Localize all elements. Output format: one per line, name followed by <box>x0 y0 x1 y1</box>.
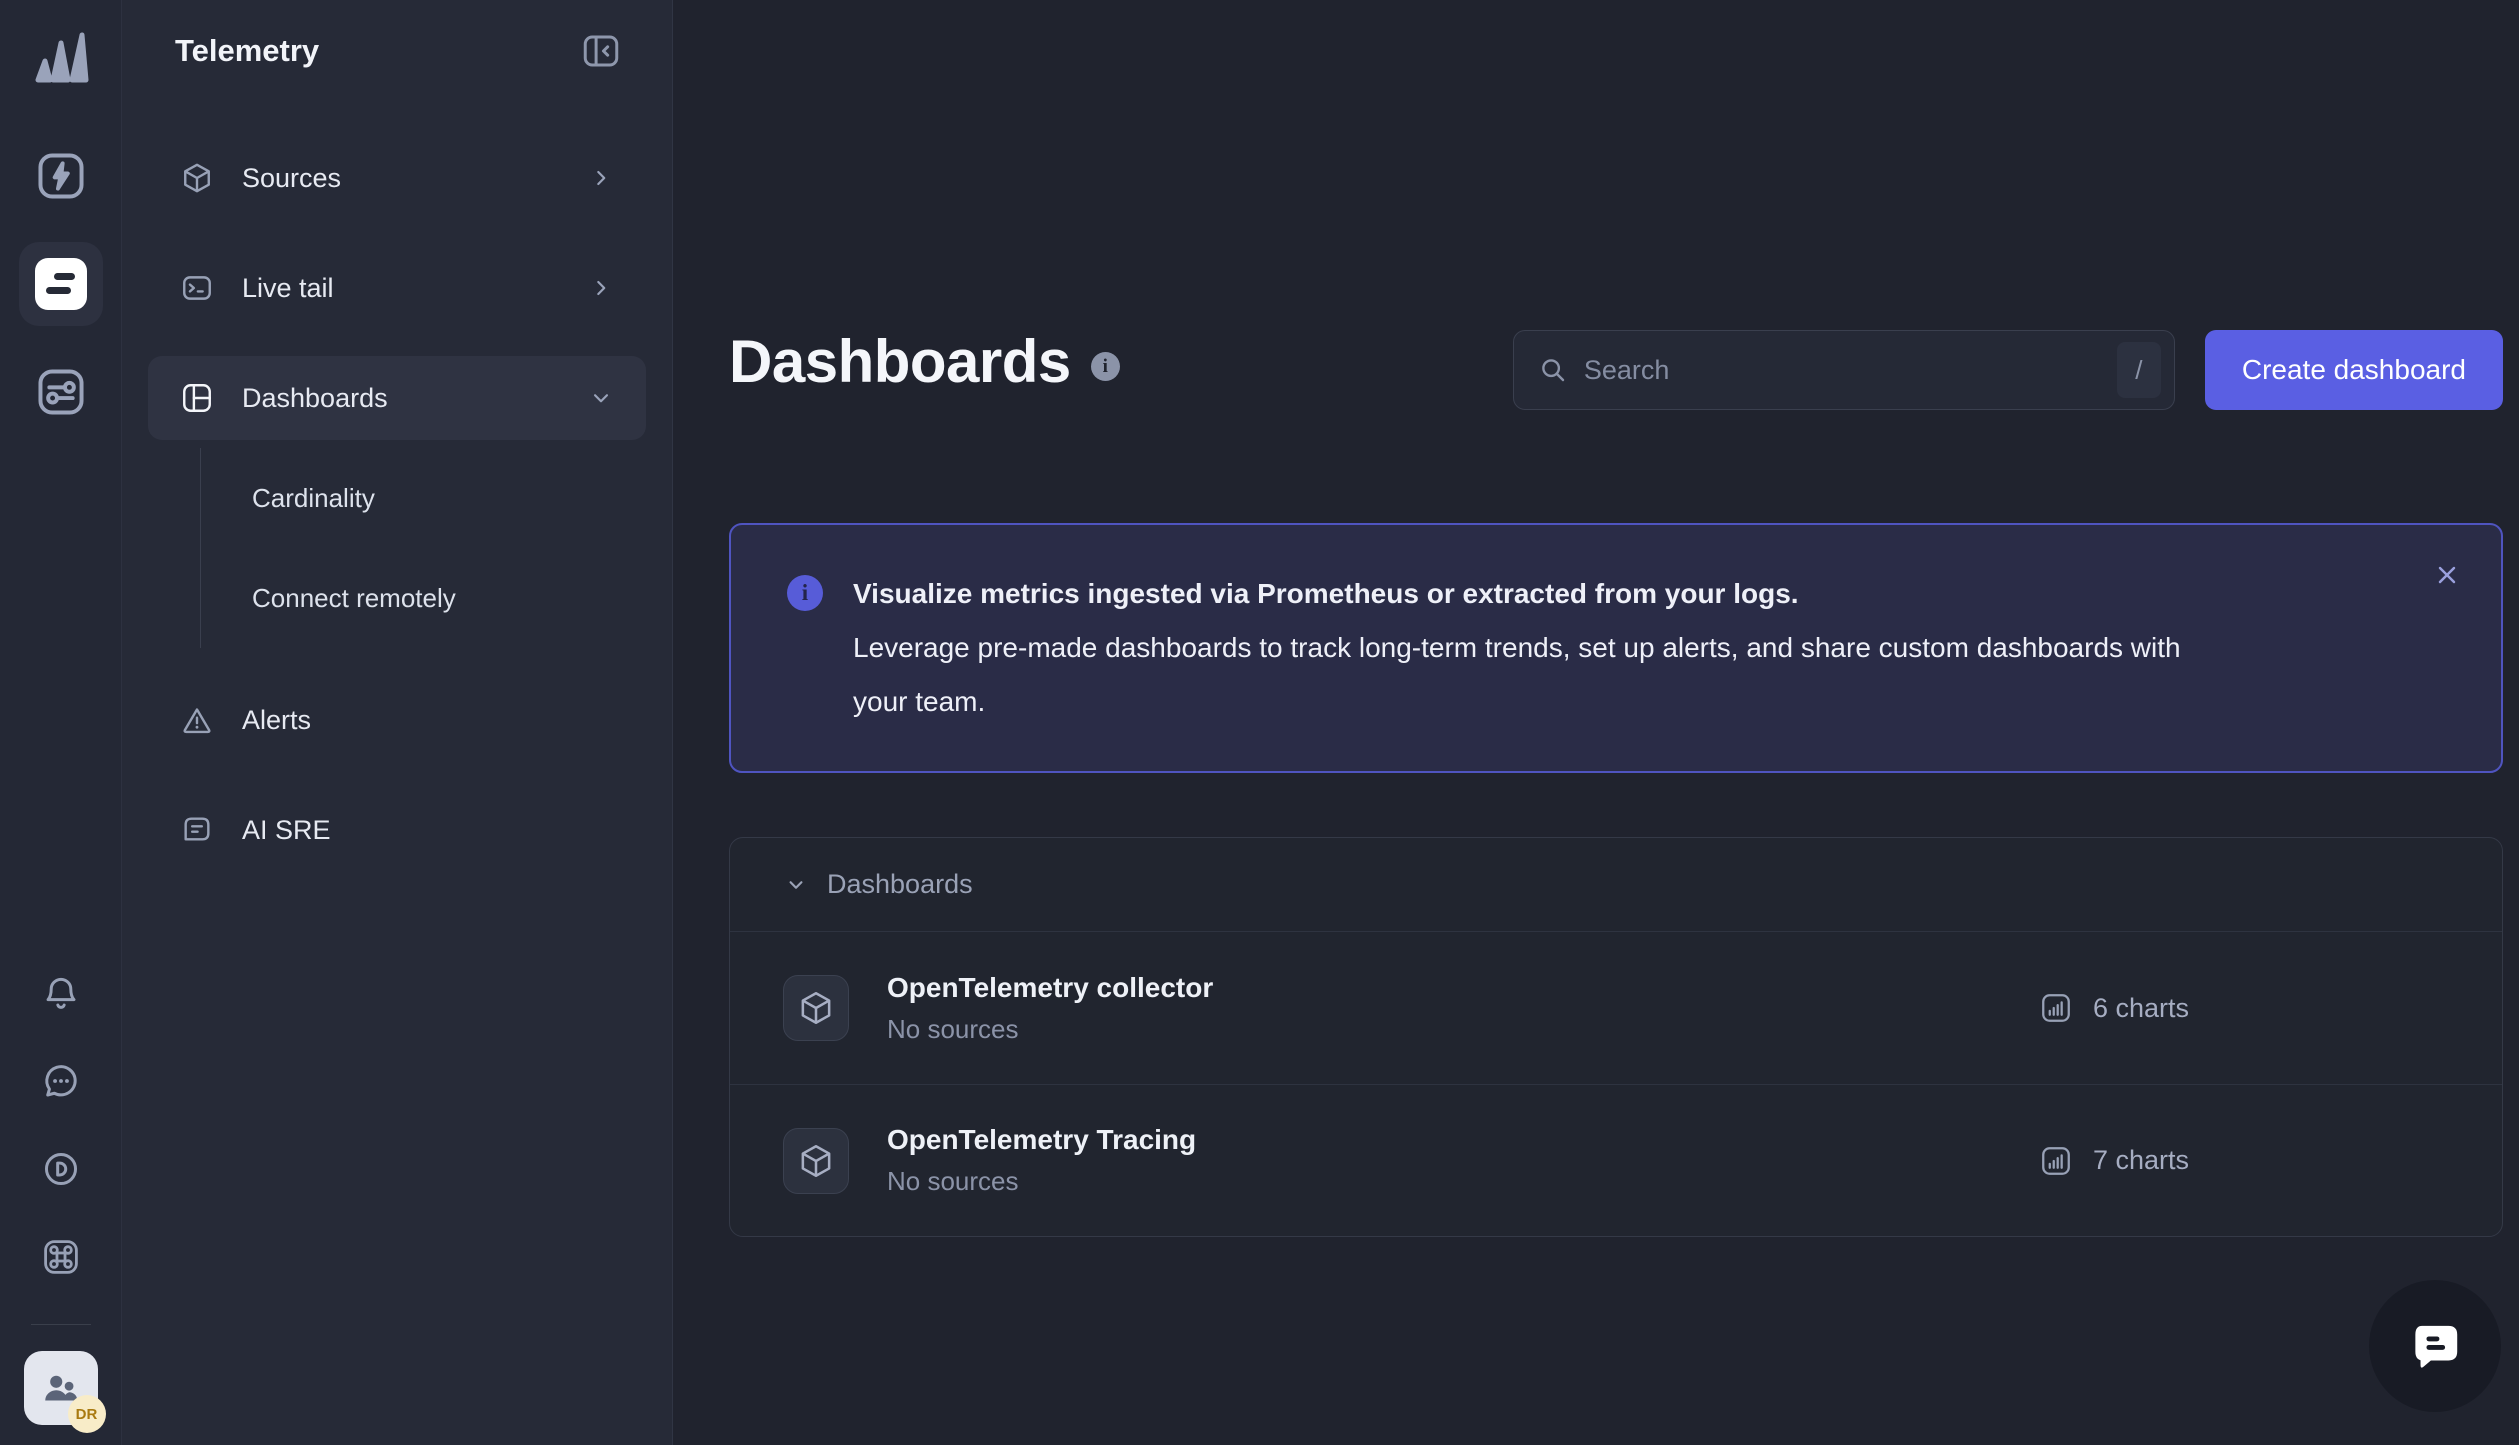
dashboard-subtitle: No sources <box>887 1166 1196 1197</box>
notifications-button[interactable] <box>40 972 82 1014</box>
section-title: Dashboards <box>827 869 973 900</box>
chat-launcher-button[interactable] <box>2369 1280 2501 1412</box>
search-input[interactable] <box>1584 355 2101 386</box>
charts-count: 7 charts <box>2093 1145 2189 1176</box>
sidebar-item-alerts[interactable]: Alerts <box>148 678 646 762</box>
dashboard-title: OpenTelemetry collector <box>887 972 1213 1004</box>
icon-rail: DR <box>0 0 122 1445</box>
chevron-down-icon <box>588 385 614 411</box>
lightning-icon <box>33 148 89 204</box>
sidebar-item-label: Sources <box>242 163 560 194</box>
chat-icon <box>40 1060 82 1102</box>
banner-body: Leverage pre-made dashboards to track lo… <box>853 632 2181 717</box>
chevron-right-icon <box>588 165 614 191</box>
bar-chart-icon <box>2039 1144 2073 1178</box>
warning-icon <box>180 703 214 737</box>
cube-icon <box>797 1142 835 1180</box>
bell-icon <box>40 972 82 1014</box>
info-banner: i Visualize metrics ingested via Prometh… <box>729 523 2503 773</box>
theme-toggle-button[interactable] <box>40 1148 82 1190</box>
banner-info-icon: i <box>787 575 823 611</box>
rail-item-lightning[interactable] <box>33 148 89 204</box>
user-avatar[interactable]: DR <box>24 1351 98 1425</box>
cube-icon <box>797 989 835 1027</box>
sidebar-item-label: Alerts <box>242 705 614 736</box>
rail-nav <box>19 148 103 420</box>
create-dashboard-button[interactable]: Create dashboard <box>2205 330 2503 410</box>
command-icon <box>40 1236 82 1278</box>
info-icon[interactable]: i <box>1091 352 1120 381</box>
charts-count: 6 charts <box>2093 993 2189 1024</box>
message-icon <box>180 813 214 847</box>
close-icon <box>2433 561 2461 589</box>
sidebar-title: Telemetry <box>175 33 319 69</box>
dashboards-section-header[interactable]: Dashboards <box>730 838 2502 932</box>
logs-icon <box>35 258 87 310</box>
dashboards-submenu: Cardinality Connect remotely <box>122 448 672 648</box>
sidebar-item-dashboards[interactable]: Dashboards <box>148 356 646 440</box>
mezmo-logo[interactable] <box>29 26 93 90</box>
avatar-badge: DR <box>68 1395 106 1433</box>
search-box: / <box>1513 330 2175 410</box>
dashboards-card: Dashboards OpenTelemetry collector No so… <box>729 837 2503 1237</box>
rail-item-pipelines[interactable] <box>33 364 89 420</box>
sidebar-item-connect-remotely[interactable]: Connect remotely <box>122 548 672 648</box>
chevron-down-icon <box>783 872 809 898</box>
panel-collapse-icon <box>580 30 622 72</box>
page-title: Dashboards <box>729 330 1071 393</box>
sidebar-item-label: Live tail <box>242 273 560 304</box>
dashboard-icon-tile <box>783 1128 849 1194</box>
sidebar: Telemetry Sources Live tail <box>122 0 673 1445</box>
chevron-right-icon <box>588 275 614 301</box>
sliders-icon <box>33 364 89 420</box>
main-content: Dashboards i / Create dashboard i Visual… <box>674 0 2519 1445</box>
chat-bubble-icon <box>2404 1315 2466 1377</box>
dashboard-subtitle: No sources <box>887 1014 1213 1045</box>
contrast-icon <box>40 1148 82 1190</box>
rail-divider <box>31 1324 91 1325</box>
cube-icon <box>180 161 214 195</box>
rail-item-telemetry-active[interactable] <box>19 242 103 326</box>
layout-icon <box>180 381 214 415</box>
banner-title: Visualize metrics ingested via Prometheu… <box>853 567 2233 621</box>
banner-close-button[interactable] <box>2433 561 2461 589</box>
sidebar-item-cardinality[interactable]: Cardinality <box>122 448 672 548</box>
terminal-icon <box>180 271 214 305</box>
sidebar-item-live-tail[interactable]: Live tail <box>148 246 646 330</box>
sidebar-item-sources[interactable]: Sources <box>148 136 646 220</box>
feedback-button[interactable] <box>40 1060 82 1102</box>
slash-shortcut-key: / <box>2117 342 2161 398</box>
rail-bottom: DR <box>24 972 98 1445</box>
submenu-guide-line <box>200 448 201 648</box>
search-icon <box>1538 355 1568 385</box>
sidebar-item-label: Dashboards <box>242 383 560 414</box>
dashboard-icon-tile <box>783 975 849 1041</box>
bar-chart-icon <box>2039 991 2073 1025</box>
sidebar-collapse-button[interactable] <box>580 30 622 72</box>
sidebar-item-label: AI SRE <box>242 815 614 846</box>
dashboard-title: OpenTelemetry Tracing <box>887 1124 1196 1156</box>
dashboard-row[interactable]: OpenTelemetry collector No sources 6 cha… <box>730 932 2502 1084</box>
shortcuts-button[interactable] <box>40 1236 82 1278</box>
sidebar-item-ai-sre[interactable]: AI SRE <box>148 788 646 872</box>
dashboard-row[interactable]: OpenTelemetry Tracing No sources 7 chart… <box>730 1084 2502 1236</box>
